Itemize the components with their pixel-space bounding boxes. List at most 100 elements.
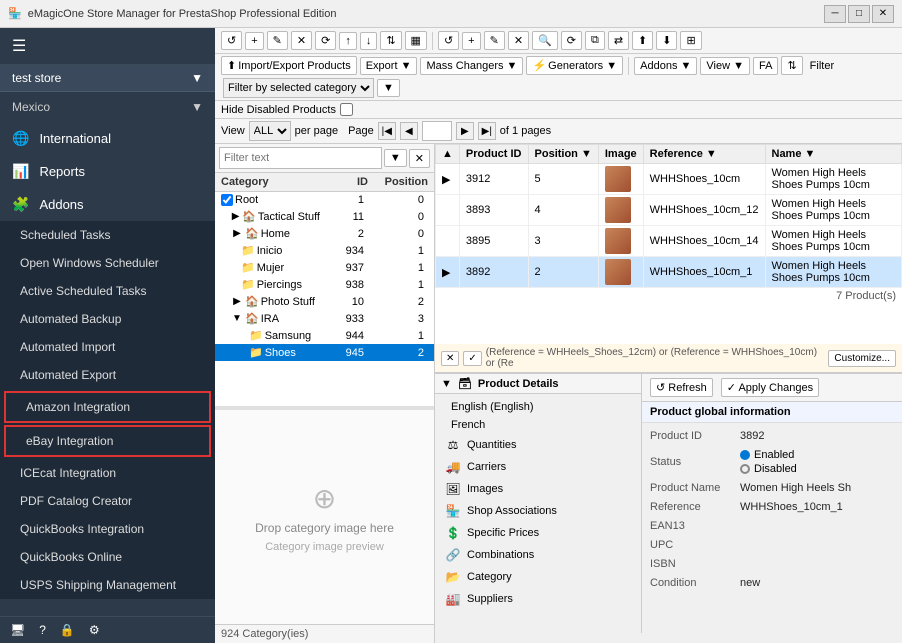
sidebar-item-quickbooks-online[interactable]: QuickBooks Online [0,543,215,571]
duplicate-button[interactable]: ⧉ [585,31,605,50]
sidebar-item-automated-backup[interactable]: Automated Backup [0,305,215,333]
filter-funnel-button[interactable]: ▼ [384,149,407,167]
hamburger-icon[interactable]: ☰ [12,36,26,56]
view-button[interactable]: ▦ [405,31,427,50]
table-row[interactable]: ▶ 3912 5 WHHShoes_10cm Women High Heels … [436,164,902,195]
lock-icon[interactable]: 🔒 [60,623,75,637]
radio-enabled[interactable]: Enabled [740,449,894,461]
import-small-button[interactable]: ⬇ [656,31,677,50]
product-refresh-button[interactable]: ↺ [438,31,459,50]
root-checkbox[interactable] [221,194,233,206]
sidebar-item-ebay-integration[interactable]: eBay Integration [4,425,211,457]
sidebar-item-icecat-integration[interactable]: ICEcat Integration [0,459,215,487]
page-input[interactable]: 1 [422,121,452,141]
reload-button[interactable]: ⟳ [315,31,336,50]
last-page-button[interactable]: ▶| [478,122,496,140]
mass-changers-button[interactable]: Mass Changers ▼ [420,57,523,75]
sidebar-item-amazon-integration[interactable]: Amazon Integration [4,391,211,423]
delete-category-button[interactable]: ✕ [291,31,312,50]
edit-product-button[interactable]: ✎ [484,31,505,50]
sidebar-item-pdf-catalog-creator[interactable]: PDF Catalog Creator [0,487,215,515]
add-category-button[interactable]: + [245,32,263,50]
search-product-button[interactable]: 🔍 [532,31,558,50]
detail-section-quantities[interactable]: ⚖ Quantities [435,434,641,456]
tree-row[interactable]: ▼ 🏠 IRA 933 3 [215,310,434,327]
customize-button[interactable]: Customize... [828,350,896,367]
maximize-button[interactable]: □ [848,5,870,23]
tree-row[interactable]: 📁 Piercings 938 1 [215,276,434,293]
export-small-button[interactable]: ⬆ [632,31,653,50]
tree-row[interactable]: 📁 Inicio 934 1 [215,242,434,259]
table-row-selected[interactable]: ▶ 3892 2 WHHShoes_10cm_1 Women High Heel… [436,257,902,288]
col-name[interactable]: Name ▼ [765,145,902,164]
filter-clear-button[interactable]: ✕ [409,149,430,168]
tree-row[interactable]: 📁 Mujer 937 1 [215,259,434,276]
sort-icon-button[interactable]: ⇅ [781,56,802,75]
table-row[interactable]: 3895 3 WHHShoes_10cm_14 Women High Heels… [436,226,902,257]
detail-section-suppliers[interactable]: 🏭 Suppliers [435,588,641,610]
radio-disabled[interactable]: Disabled [740,463,894,475]
sidebar-group-mexico[interactable]: Mexico ▼ [0,92,215,122]
apply-changes-button[interactable]: ✓ Apply Changes [721,378,819,397]
minimize-button[interactable]: ─ [824,5,846,23]
add-product-button[interactable]: + [462,32,480,50]
detail-section-shop-associations[interactable]: 🏪 Shop Associations [435,500,641,522]
delete-product-button[interactable]: ✕ [508,31,529,50]
move-up-button[interactable]: ↑ [339,32,357,50]
generators-button[interactable]: ⚡ Generators ▼ [526,56,623,75]
sidebar-item-scheduled-tasks[interactable]: Scheduled Tasks [0,221,215,249]
filter-apply-button[interactable]: ▼ [377,79,400,97]
detail-section-specific-prices[interactable]: 💲 Specific Prices [435,522,641,544]
col-position[interactable]: Position ▼ [528,145,598,164]
addons-button[interactable]: Addons ▼ [634,57,697,75]
category-filter-input[interactable] [219,147,382,169]
sidebar-item-addons[interactable]: 🧩 Addons [0,188,215,221]
sidebar-item-usps-shipping[interactable]: USPS Shipping Management [0,571,215,599]
col-product-id[interactable]: Product ID [459,145,528,164]
tree-row[interactable]: Root 1 0 [215,192,434,208]
prev-page-button[interactable]: ◀ [400,122,418,140]
import-export-button[interactable]: ⬆ Import/Export Products [221,56,357,75]
filter-close-button[interactable]: ✕ [441,351,459,366]
refresh-global-button[interactable]: ↺ Refresh [650,378,713,397]
tree-row-selected[interactable]: 📁 Shoes 945 2 [215,344,434,361]
detail-section-carriers[interactable]: 🚚 Carriers [435,456,641,478]
sync-button[interactable]: ⇄ [608,31,629,50]
sidebar-item-active-scheduled-tasks[interactable]: Active Scheduled Tasks [0,277,215,305]
filter-products-button[interactable]: ⊞ [680,31,701,50]
detail-section-images[interactable]: 🖼 Images [435,478,641,500]
move-down-button[interactable]: ↓ [360,32,378,50]
tree-row[interactable]: ▶ 🏠 Tactical Stuff 11 0 [215,208,434,225]
sidebar-item-open-windows-scheduler[interactable]: Open Windows Scheduler [0,249,215,277]
detail-lang-english[interactable]: English (English) [435,398,641,416]
product-reload-button[interactable]: ⟳ [561,31,582,50]
tree-row[interactable]: ▶ 🏠 Home 2 0 [215,225,434,242]
sidebar-item-international[interactable]: 🌐 International [0,122,215,155]
filter-check-button[interactable]: ✓ [463,351,481,366]
sidebar-item-automated-import[interactable]: Automated Import [0,333,215,361]
export-button[interactable]: Export ▼ [360,57,418,75]
tree-row[interactable]: ▶ 🏠 Photo Stuff 10 2 [215,293,434,310]
settings-icon[interactable]: ⚙ [89,623,100,637]
filter-icon-button[interactable]: FA [753,57,778,75]
store-selector[interactable]: test store ▼ [0,65,215,92]
sort-button[interactable]: ⇅ [380,31,401,50]
sidebar-item-automated-export[interactable]: Automated Export [0,361,215,389]
next-page-button[interactable]: ▶ [456,122,474,140]
table-row[interactable]: 3893 4 WHHShoes_10cm_12 Women High Heels… [436,195,902,226]
edit-category-button[interactable]: ✎ [267,31,288,50]
sidebar-item-reports[interactable]: 📊 Reports [0,155,215,188]
detail-section-combinations[interactable]: 🔗 Combinations [435,544,641,566]
help-icon[interactable]: ? [39,623,46,637]
hide-disabled-checkbox[interactable] [340,103,353,116]
filter-select[interactable]: Filter by selected category [223,78,374,98]
view-select[interactable]: ALL [249,121,291,141]
first-page-button[interactable]: |◀ [378,122,396,140]
view-dropdown-button[interactable]: View ▼ [700,57,750,75]
detail-section-category[interactable]: 📂 Category [435,566,641,588]
detail-lang-french[interactable]: French [435,416,641,434]
refresh-button[interactable]: ↺ [221,31,242,50]
col-reference[interactable]: Reference ▼ [643,145,765,164]
sidebar-item-quickbooks-integration[interactable]: QuickBooks Integration [0,515,215,543]
monitor-icon[interactable]: 🖥 [10,623,25,637]
